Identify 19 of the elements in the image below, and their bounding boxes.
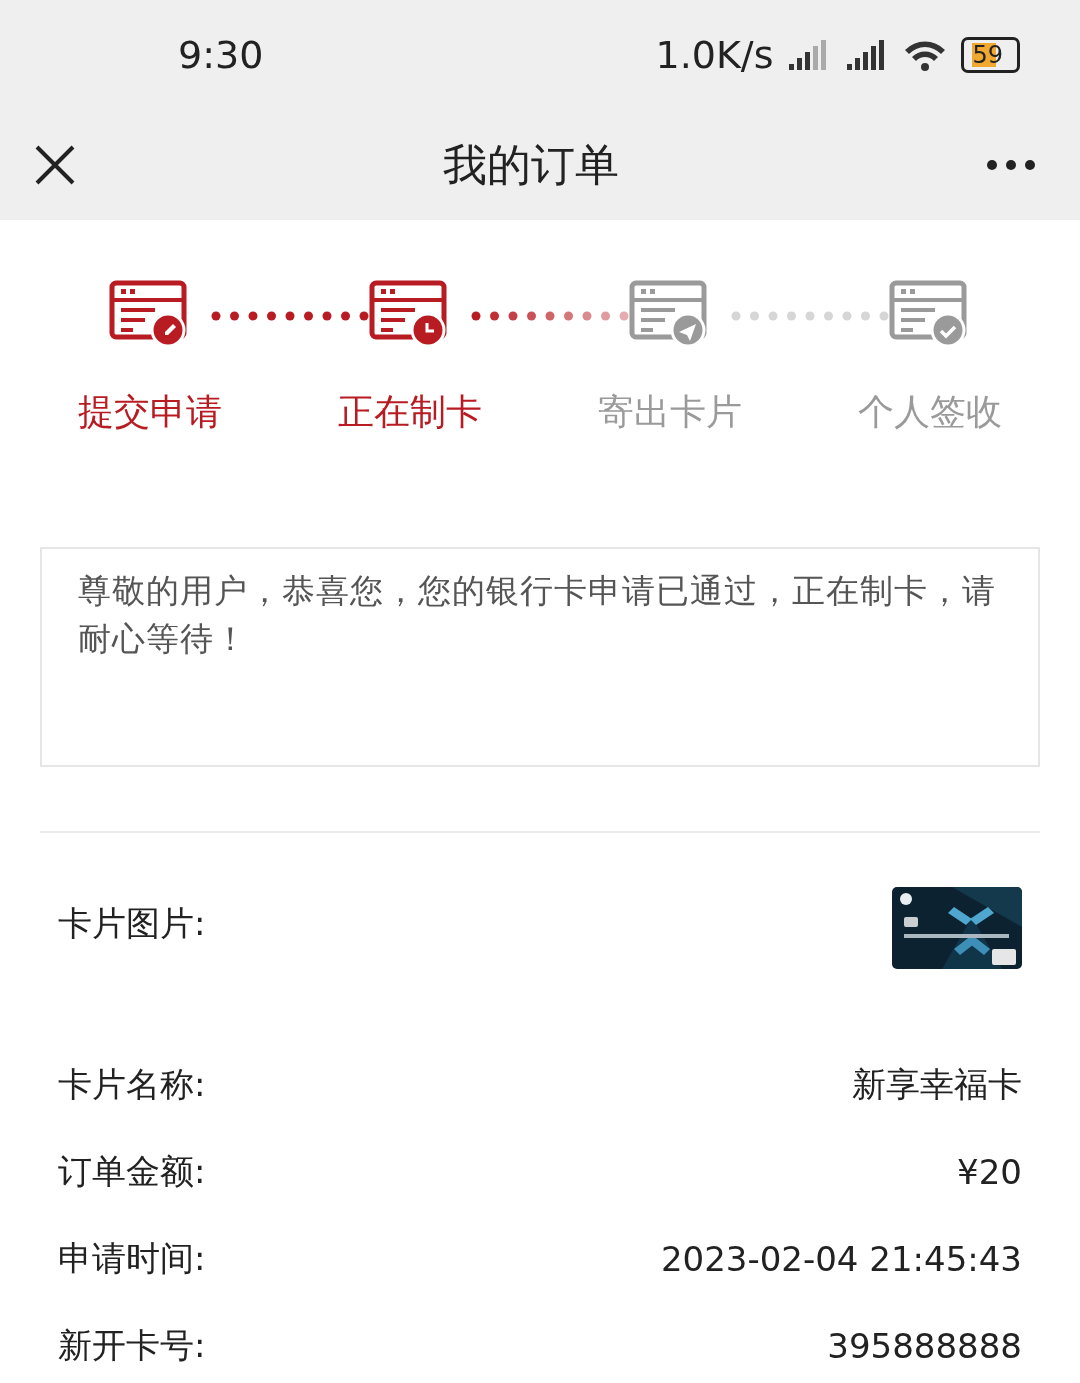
detail-value: 2023-02-04 21:45:43 — [660, 1238, 1022, 1279]
status-time: 9:30 — [178, 33, 264, 77]
detail-label: 申请时间: — [58, 1236, 206, 1280]
detail-value: ¥20 — [957, 1151, 1022, 1192]
detail-value: 新享幸福卡 — [852, 1062, 1022, 1106]
step-label: 正在制卡 — [338, 390, 482, 434]
detail-label: 新开卡号: — [58, 1323, 206, 1367]
detail-value: 395888888 — [827, 1325, 1022, 1366]
step-label: 寄出卡片 — [598, 390, 742, 434]
detail-label: 卡片图片: — [58, 902, 206, 945]
step-label: 提交申请 — [78, 390, 222, 434]
step-label: 个人签收 — [858, 390, 1002, 434]
detail-label: 卡片名称: — [58, 1062, 206, 1106]
detail-label: 订单金额: — [58, 1149, 206, 1193]
more-button[interactable] — [986, 159, 1036, 171]
notice-text: 尊敬的用户，恭喜您，您的银行卡申请已通过，正在制卡，请耐心等待！ — [78, 570, 997, 660]
network-speed: 1.0K/s — [655, 33, 774, 77]
close-button[interactable] — [34, 144, 76, 186]
page-title: 我的订单 — [443, 137, 619, 192]
